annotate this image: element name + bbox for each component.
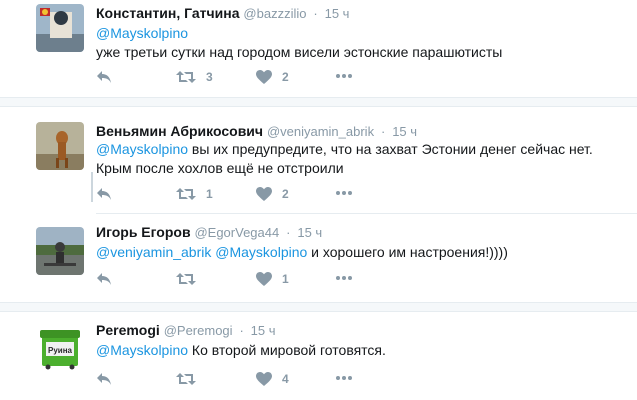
tweet-text: @Mayskolpino вы их предупредите, что на … bbox=[96, 140, 626, 178]
mention-link[interactable]: @Mayskolpino bbox=[96, 25, 188, 41]
reply-icon bbox=[97, 373, 111, 385]
conversation-divider bbox=[0, 302, 637, 312]
conversation-divider bbox=[0, 97, 637, 107]
heart-icon bbox=[256, 70, 272, 84]
reply-icon bbox=[97, 273, 111, 285]
tweet-header: Игорь Егоров @EgorVega44 · 15 ч bbox=[96, 224, 322, 240]
heart-icon bbox=[256, 372, 272, 386]
more-icon bbox=[336, 74, 352, 78]
separator-dot: · bbox=[380, 124, 386, 139]
tweet-body: Ко второй мировой готовятся. bbox=[188, 342, 386, 358]
tweet-text: @veniyamin_abrik @Mayskolpino и хорошего… bbox=[96, 243, 626, 262]
avatar[interactable]: Руина bbox=[36, 322, 84, 370]
more-button[interactable] bbox=[336, 191, 352, 195]
user-handle[interactable]: @EgorVega44 bbox=[194, 225, 279, 240]
tweet-body: уже третьи сутки над городом висели эсто… bbox=[96, 44, 503, 60]
tweet-2[interactable]: Веньямин Абрикосович @veniyamin_abrik · … bbox=[0, 107, 637, 217]
retweet-count: 1 bbox=[206, 187, 213, 201]
tweet-actions: 1 bbox=[96, 272, 396, 288]
heart-icon bbox=[256, 272, 272, 286]
more-icon bbox=[336, 376, 352, 380]
retweet-button[interactable] bbox=[176, 372, 196, 386]
like-button[interactable]: 2 bbox=[256, 187, 289, 201]
tweet-header: Константин, Гатчина @bazzzilio · 15 ч bbox=[96, 5, 349, 21]
user-name[interactable]: Константин, Гатчина bbox=[96, 5, 240, 21]
mention-link[interactable]: @Mayskolpino bbox=[96, 342, 188, 358]
avatar[interactable] bbox=[36, 122, 84, 170]
tweet-actions: 4 bbox=[96, 372, 396, 388]
timestamp[interactable]: 15 ч bbox=[325, 6, 350, 21]
tweet-body-line1: вы их предупредите, что на захват Эстони… bbox=[188, 141, 593, 157]
reply-separator bbox=[96, 213, 637, 214]
thread-connector bbox=[91, 172, 93, 202]
tweet-header: Веньямин Абрикосович @veniyamin_abrik · … bbox=[96, 123, 417, 139]
more-button[interactable] bbox=[336, 376, 352, 380]
retweet-icon bbox=[176, 373, 196, 385]
user-handle[interactable]: @veniyamin_abrik bbox=[267, 124, 374, 139]
user-name[interactable]: Веньямин Абрикосович bbox=[96, 123, 263, 139]
reply-icon bbox=[97, 188, 111, 200]
tweet-actions: 1 2 bbox=[96, 187, 396, 203]
tweet-header: Peremogi @Peremogi · 15 ч bbox=[96, 322, 276, 338]
more-icon bbox=[336, 191, 352, 195]
like-button[interactable]: 4 bbox=[256, 372, 289, 386]
like-count: 4 bbox=[282, 372, 289, 386]
retweet-button[interactable]: 1 bbox=[176, 187, 213, 201]
retweet-button[interactable]: 3 bbox=[176, 70, 213, 84]
retweet-icon bbox=[176, 188, 196, 200]
tweet-body-line2: Крым после хохлов ещё не отстроили bbox=[96, 160, 344, 176]
separator-dot: · bbox=[286, 225, 291, 240]
reply-button[interactable] bbox=[96, 272, 112, 286]
retweet-icon bbox=[176, 71, 196, 83]
user-handle[interactable]: @bazzzilio bbox=[243, 6, 306, 21]
avatar[interactable] bbox=[36, 4, 84, 52]
user-name[interactable]: Игорь Егоров bbox=[96, 224, 191, 240]
reply-button[interactable] bbox=[96, 187, 112, 201]
reply-icon bbox=[97, 71, 111, 83]
avatar[interactable] bbox=[36, 227, 84, 275]
more-button[interactable] bbox=[336, 74, 352, 78]
tweet-body: и хорошего им настроения!)))) bbox=[307, 244, 508, 260]
like-count: 2 bbox=[282, 70, 289, 84]
retweet-count: 3 bbox=[206, 70, 213, 84]
like-button[interactable]: 1 bbox=[256, 272, 289, 286]
retweet-icon bbox=[176, 273, 196, 285]
mention-link[interactable]: @Mayskolpino bbox=[215, 244, 307, 260]
separator-dot: · bbox=[313, 6, 318, 21]
timestamp[interactable]: 15 ч bbox=[392, 124, 417, 139]
more-button[interactable] bbox=[336, 276, 352, 280]
like-button[interactable]: 2 bbox=[256, 70, 289, 84]
heart-icon bbox=[256, 187, 272, 201]
like-count: 1 bbox=[282, 272, 289, 286]
avatar-label: Руина bbox=[48, 346, 73, 355]
tweet-text: @Mayskolpino Ко второй мировой готовятся… bbox=[96, 341, 626, 360]
tweet-text: @Mayskolpino уже третьи сутки над городо… bbox=[96, 24, 626, 62]
tweet-1[interactable]: Константин, Гатчина @bazzzilio · 15 ч @M… bbox=[0, 0, 637, 97]
user-handle[interactable]: @Peremogi bbox=[164, 323, 233, 338]
tweet-actions: 3 2 bbox=[96, 70, 396, 86]
like-count: 2 bbox=[282, 187, 289, 201]
mention-link[interactable]: @Mayskolpino bbox=[96, 141, 188, 157]
separator-dot: · bbox=[239, 323, 244, 338]
more-icon bbox=[336, 276, 352, 280]
reply-button[interactable] bbox=[96, 70, 112, 84]
retweet-button[interactable] bbox=[176, 272, 196, 286]
timestamp[interactable]: 15 ч bbox=[297, 225, 322, 240]
tweet-3[interactable]: Игорь Егоров @EgorVega44 · 15 ч @veniyam… bbox=[0, 217, 637, 302]
timestamp[interactable]: 15 ч bbox=[251, 323, 276, 338]
reply-button[interactable] bbox=[96, 372, 112, 386]
tweet-4[interactable]: Руина Peremogi @Peremogi · 15 ч @Mayskol… bbox=[0, 312, 637, 400]
mention-link[interactable]: @veniyamin_abrik bbox=[96, 244, 211, 260]
user-name[interactable]: Peremogi bbox=[96, 322, 160, 338]
